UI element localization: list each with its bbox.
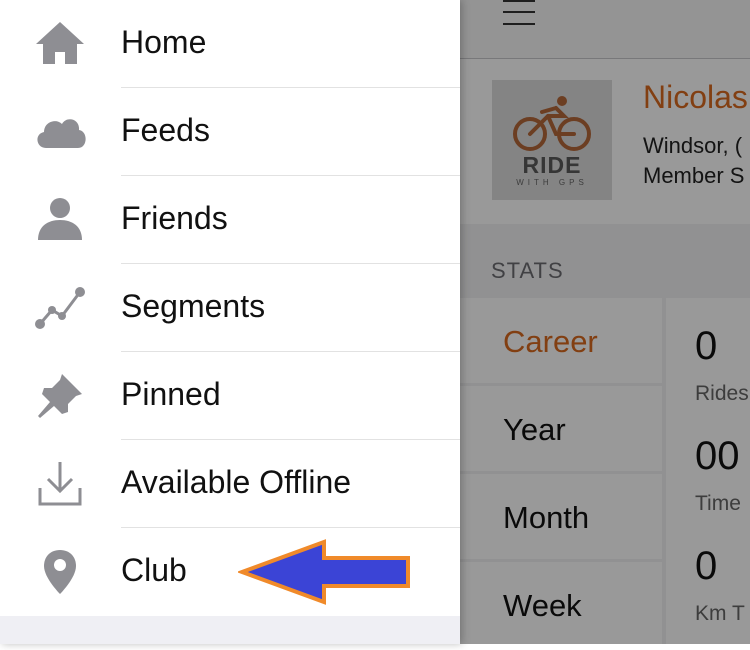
location-marker-icon (44, 550, 76, 594)
menu-item-label: Home (121, 24, 207, 60)
person-icon (38, 198, 82, 240)
menu-item-label: Feeds (121, 112, 210, 148)
menu-item-label: Club (121, 552, 187, 588)
menu-item-label: Pinned (121, 376, 221, 412)
menu-overlay-scrim[interactable] (460, 0, 750, 644)
pin-icon (38, 374, 82, 418)
segments-icon (35, 287, 85, 329)
home-icon (36, 22, 84, 64)
menu-item-label: Segments (121, 288, 266, 324)
menu-footer (0, 616, 460, 644)
annotation-arrow-icon (238, 539, 410, 605)
menu-item-label: Friends (121, 200, 228, 236)
menu-item-segments[interactable]: Segments (0, 264, 460, 352)
menu-item-label: Available Offline (121, 464, 352, 500)
cloud-icon (37, 119, 86, 148)
download-icon (38, 462, 82, 506)
menu-item-feeds[interactable]: Feeds (0, 88, 460, 176)
menu-item-available-offline[interactable]: Available Offline (0, 440, 460, 528)
menu-item-pinned[interactable]: Pinned (0, 352, 460, 440)
menu-item-friends[interactable]: Friends (0, 176, 460, 264)
menu-item-home[interactable]: Home (0, 0, 460, 88)
